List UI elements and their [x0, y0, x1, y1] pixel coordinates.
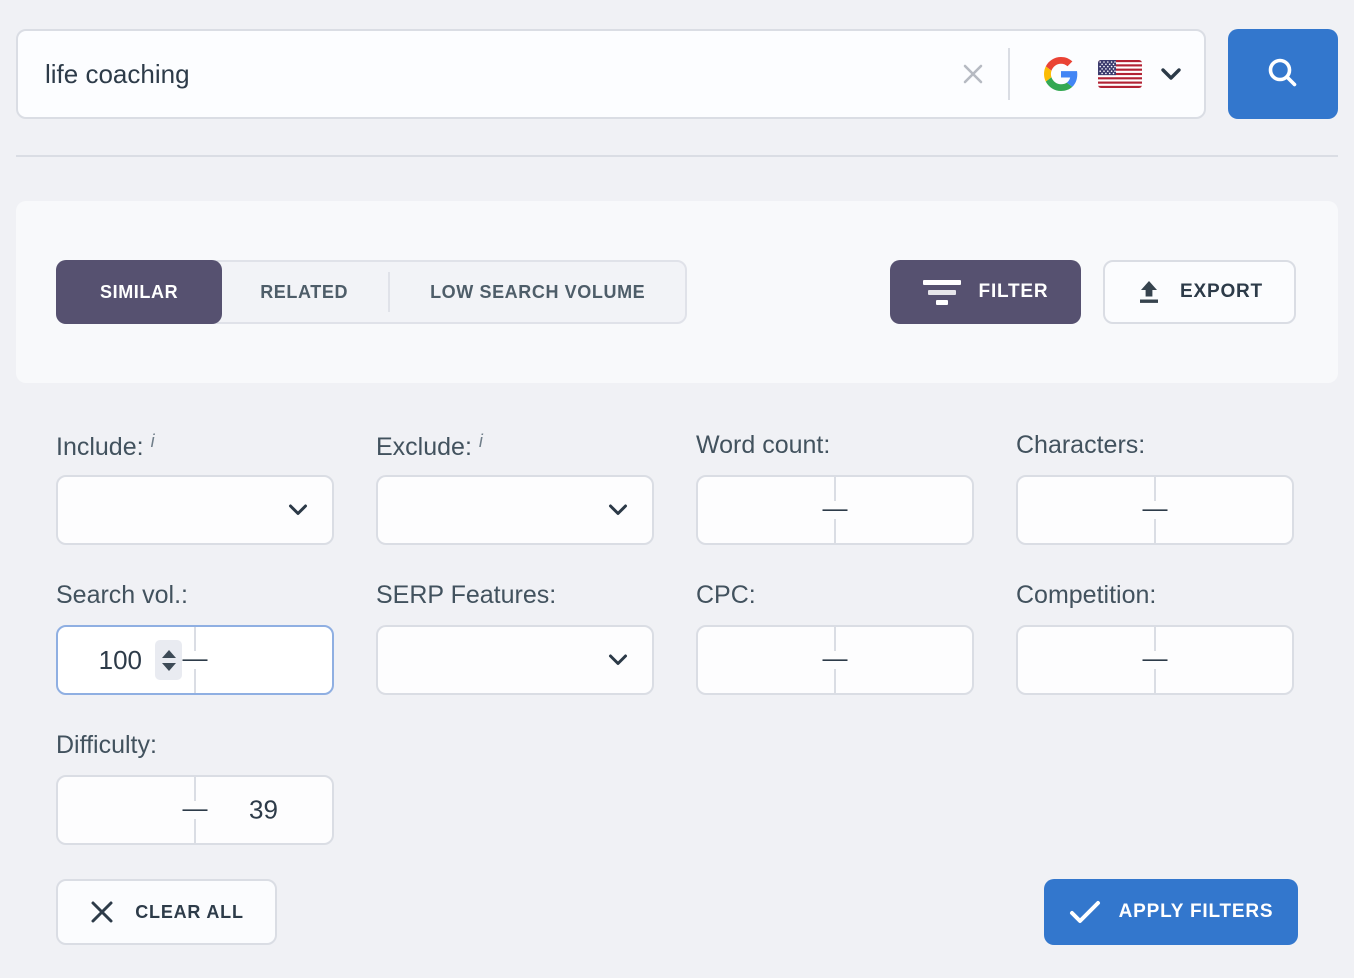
search-button[interactable] [1228, 29, 1338, 119]
word-count-range-input[interactable]: — [696, 475, 974, 545]
clear-all-label: CLEAR ALL [135, 902, 244, 923]
number-stepper[interactable] [155, 640, 182, 680]
stepper-down-icon[interactable] [162, 663, 176, 671]
tab-similar[interactable]: SIMILAR [56, 260, 222, 324]
us-flag-icon [1098, 60, 1142, 88]
cpc-filter-field: CPC: — [696, 581, 974, 695]
checkmark-icon [1069, 900, 1101, 924]
tab-label: LOW SEARCH VOLUME [430, 282, 645, 303]
exclude-filter-field: Exclude:i [376, 431, 654, 545]
export-button-label: EXPORT [1180, 281, 1263, 303]
range-dash: — [823, 497, 848, 522]
filter-button-label: FILTER [979, 281, 1049, 303]
range-dash: — [183, 647, 208, 672]
apply-filters-label: APPLY FILTERS [1119, 901, 1274, 923]
export-upload-icon [1136, 279, 1162, 305]
horizontal-divider [16, 155, 1338, 157]
serp-features-select[interactable] [376, 625, 654, 695]
filters-footer: CLEAR ALL APPLY FILTERS [56, 879, 1298, 945]
tab-label: SIMILAR [100, 282, 178, 303]
chevron-down-icon [608, 654, 628, 667]
info-icon[interactable]: i [151, 431, 155, 451]
cpc-range-input[interactable]: — [696, 625, 974, 695]
tab-label: RELATED [260, 282, 348, 303]
results-tabs: SIMILAR RELATED LOW SEARCH VOLUME [56, 260, 687, 324]
competition-filter-field: Competition: — [1016, 581, 1294, 695]
characters-range-input[interactable]: — [1016, 475, 1294, 545]
search-volume-filter-field: Search vol.: 100 — [56, 581, 334, 695]
search-engine-locale-selector[interactable] [1010, 57, 1204, 91]
export-button[interactable]: EXPORT [1103, 260, 1296, 324]
tab-related[interactable]: RELATED [220, 262, 388, 322]
google-logo-icon [1044, 57, 1078, 91]
chevron-down-icon [1160, 67, 1182, 81]
serp-features-filter-field: SERP Features: [376, 581, 654, 695]
difficulty-range-input[interactable]: — 39 [56, 775, 334, 845]
tab-low-search-volume[interactable]: LOW SEARCH VOLUME [390, 262, 685, 322]
close-icon [89, 899, 115, 925]
keyword-search-input[interactable]: life coaching [16, 29, 1206, 119]
include-filter-field: Include:i [56, 431, 334, 545]
search-volume-range-input[interactable]: 100 — [56, 625, 334, 695]
chevron-down-icon [608, 504, 628, 517]
results-toolbar-card: SIMILAR RELATED LOW SEARCH VOLUME FILTER… [16, 201, 1338, 383]
search-icon [1263, 54, 1303, 94]
competition-range-input[interactable]: — [1016, 625, 1294, 695]
apply-filters-button[interactable]: APPLY FILTERS [1044, 879, 1298, 945]
search-volume-min-value[interactable]: 100 [99, 645, 142, 676]
include-label: Include:i [56, 431, 334, 461]
characters-filter-field: Characters: — [1016, 431, 1294, 545]
competition-label: Competition: [1016, 581, 1294, 611]
filters-panel: Include:i Exclude:i Word count: — Charac… [0, 383, 1354, 945]
range-dash: — [823, 647, 848, 672]
filter-button[interactable]: FILTER [890, 260, 1081, 324]
exclude-label: Exclude:i [376, 431, 654, 461]
exclude-select[interactable] [376, 475, 654, 545]
chevron-down-icon [288, 504, 308, 517]
difficulty-filter-field: Difficulty: — 39 [56, 731, 334, 845]
search-volume-label: Search vol.: [56, 581, 334, 611]
clear-all-button[interactable]: CLEAR ALL [56, 879, 277, 945]
clear-search-icon[interactable] [960, 61, 986, 87]
info-icon[interactable]: i [479, 431, 483, 451]
search-bar: life coaching [0, 0, 1354, 119]
difficulty-label: Difficulty: [56, 731, 334, 761]
toolbar-actions: FILTER EXPORT [890, 260, 1296, 324]
serp-features-label: SERP Features: [376, 581, 654, 611]
characters-label: Characters: [1016, 431, 1294, 461]
filter-icon [923, 280, 961, 305]
difficulty-max-value[interactable]: 39 [195, 795, 332, 826]
word-count-filter-field: Word count: — [696, 431, 974, 545]
cpc-label: CPC: [696, 581, 974, 611]
search-query-text[interactable]: life coaching [18, 59, 960, 90]
include-select[interactable] [56, 475, 334, 545]
range-dash: — [1143, 497, 1168, 522]
word-count-label: Word count: [696, 431, 974, 461]
stepper-up-icon[interactable] [162, 650, 176, 658]
range-dash: — [1143, 647, 1168, 672]
